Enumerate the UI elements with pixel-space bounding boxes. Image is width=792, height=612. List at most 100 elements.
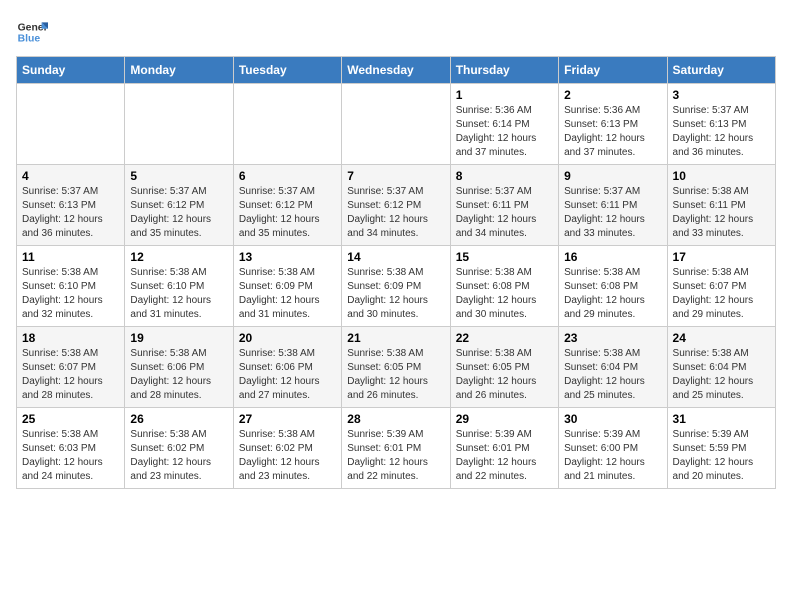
header-cell-friday: Friday — [559, 57, 667, 84]
header-cell-thursday: Thursday — [450, 57, 558, 84]
day-number: 22 — [456, 331, 553, 345]
day-info: Sunrise: 5:37 AM Sunset: 6:11 PM Dayligh… — [564, 185, 661, 241]
calendar-cell: 24 Sunrise: 5:38 AM Sunset: 6:04 PM Dayli… — [667, 327, 775, 408]
week-row-4: 18 Sunrise: 5:38 AM Sunset: 6:07 PM Dayli… — [17, 327, 776, 408]
day-number: 11 — [22, 250, 119, 264]
calendar-cell: 23 Sunrise: 5:38 AM Sunset: 6:04 PM Dayli… — [559, 327, 667, 408]
day-number: 5 — [130, 169, 227, 183]
page-header: General Blue — [16, 16, 776, 48]
calendar-cell: 15 Sunrise: 5:38 AM Sunset: 6:08 PM Dayli… — [450, 246, 558, 327]
calendar-body: 1Sunrise: 5:36 AM Sunset: 6:14 PM Daylig… — [17, 84, 776, 489]
day-info: Sunrise: 5:39 AM Sunset: 6:00 PM Dayligh… — [564, 428, 661, 484]
header-cell-saturday: Saturday — [667, 57, 775, 84]
day-number: 6 — [239, 169, 336, 183]
calendar-cell: 28 Sunrise: 5:39 AM Sunset: 6:01 PM Dayli… — [342, 408, 450, 489]
calendar-cell: 11 Sunrise: 5:38 AM Sunset: 6:10 PM Dayli… — [17, 246, 125, 327]
day-number: 21 — [347, 331, 444, 345]
day-number: 2 — [564, 88, 661, 102]
calendar-cell — [125, 84, 233, 165]
day-info: Sunrise: 5:38 AM Sunset: 6:08 PM Dayligh… — [456, 266, 553, 322]
day-info: Sunrise: 5:38 AM Sunset: 6:06 PM Dayligh… — [130, 347, 227, 403]
calendar-cell: 27Sunrise: 5:38 AM Sunset: 6:02 PM Dayli… — [233, 408, 341, 489]
day-number: 26 — [130, 412, 227, 426]
calendar-cell: 25Sunrise: 5:38 AM Sunset: 6:03 PM Dayli… — [17, 408, 125, 489]
day-info: Sunrise: 5:38 AM Sunset: 6:09 PM Dayligh… — [347, 266, 444, 322]
calendar-cell: 10 Sunrise: 5:38 AM Sunset: 6:11 PM Dayli… — [667, 165, 775, 246]
day-number: 16 — [564, 250, 661, 264]
day-info: Sunrise: 5:37 AM Sunset: 6:13 PM Dayligh… — [22, 185, 119, 241]
calendar-cell: 31 Sunrise: 5:39 AM Sunset: 5:59 PM Dayli… — [667, 408, 775, 489]
header-cell-monday: Monday — [125, 57, 233, 84]
day-info: Sunrise: 5:38 AM Sunset: 6:10 PM Dayligh… — [130, 266, 227, 322]
day-info: Sunrise: 5:37 AM Sunset: 6:12 PM Dayligh… — [239, 185, 336, 241]
day-info: Sunrise: 5:38 AM Sunset: 6:05 PM Dayligh… — [456, 347, 553, 403]
day-info: Sunrise: 5:38 AM Sunset: 6:06 PM Dayligh… — [239, 347, 336, 403]
day-number: 18 — [22, 331, 119, 345]
calendar-cell — [233, 84, 341, 165]
week-row-3: 11 Sunrise: 5:38 AM Sunset: 6:10 PM Dayli… — [17, 246, 776, 327]
day-number: 19 — [130, 331, 227, 345]
day-number: 4 — [22, 169, 119, 183]
day-number: 12 — [130, 250, 227, 264]
calendar-cell: 22 Sunrise: 5:38 AM Sunset: 6:05 PM Dayli… — [450, 327, 558, 408]
calendar-cell: 4 Sunrise: 5:37 AM Sunset: 6:13 PM Daylig… — [17, 165, 125, 246]
day-info: Sunrise: 5:37 AM Sunset: 6:11 PM Dayligh… — [456, 185, 553, 241]
day-number: 30 — [564, 412, 661, 426]
day-number: 1 — [456, 88, 553, 102]
day-info: Sunrise: 5:38 AM Sunset: 6:07 PM Dayligh… — [673, 266, 770, 322]
day-info: Sunrise: 5:37 AM Sunset: 6:12 PM Dayligh… — [130, 185, 227, 241]
calendar-cell: 13 Sunrise: 5:38 AM Sunset: 6:09 PM Dayli… — [233, 246, 341, 327]
logo: General Blue — [16, 16, 48, 48]
calendar-cell: 20 Sunrise: 5:38 AM Sunset: 6:06 PM Dayli… — [233, 327, 341, 408]
week-row-1: 1Sunrise: 5:36 AM Sunset: 6:14 PM Daylig… — [17, 84, 776, 165]
day-number: 29 — [456, 412, 553, 426]
calendar-cell — [342, 84, 450, 165]
day-number: 7 — [347, 169, 444, 183]
day-number: 15 — [456, 250, 553, 264]
day-info: Sunrise: 5:38 AM Sunset: 6:02 PM Dayligh… — [130, 428, 227, 484]
calendar-cell: 17 Sunrise: 5:38 AM Sunset: 6:07 PM Dayli… — [667, 246, 775, 327]
day-info: Sunrise: 5:38 AM Sunset: 6:10 PM Dayligh… — [22, 266, 119, 322]
calendar-cell: 16 Sunrise: 5:38 AM Sunset: 6:08 PM Dayli… — [559, 246, 667, 327]
day-info: Sunrise: 5:38 AM Sunset: 6:09 PM Dayligh… — [239, 266, 336, 322]
day-number: 23 — [564, 331, 661, 345]
calendar-cell: 5 Sunrise: 5:37 AM Sunset: 6:12 PM Daylig… — [125, 165, 233, 246]
calendar-cell: 8 Sunrise: 5:37 AM Sunset: 6:11 PM Daylig… — [450, 165, 558, 246]
week-row-5: 25Sunrise: 5:38 AM Sunset: 6:03 PM Dayli… — [17, 408, 776, 489]
day-number: 14 — [347, 250, 444, 264]
calendar-cell: 18 Sunrise: 5:38 AM Sunset: 6:07 PM Dayli… — [17, 327, 125, 408]
day-info: Sunrise: 5:39 AM Sunset: 6:01 PM Dayligh… — [456, 428, 553, 484]
calendar-cell: 7 Sunrise: 5:37 AM Sunset: 6:12 PM Daylig… — [342, 165, 450, 246]
day-info: Sunrise: 5:38 AM Sunset: 6:04 PM Dayligh… — [564, 347, 661, 403]
day-info: Sunrise: 5:38 AM Sunset: 6:11 PM Dayligh… — [673, 185, 770, 241]
day-info: Sunrise: 5:38 AM Sunset: 6:07 PM Dayligh… — [22, 347, 119, 403]
logo-icon: General Blue — [16, 16, 48, 48]
day-number: 20 — [239, 331, 336, 345]
calendar-cell: 14 Sunrise: 5:38 AM Sunset: 6:09 PM Dayli… — [342, 246, 450, 327]
day-number: 13 — [239, 250, 336, 264]
header-cell-sunday: Sunday — [17, 57, 125, 84]
calendar-cell: 29 Sunrise: 5:39 AM Sunset: 6:01 PM Dayli… — [450, 408, 558, 489]
day-number: 25 — [22, 412, 119, 426]
calendar-cell: 12 Sunrise: 5:38 AM Sunset: 6:10 PM Dayli… — [125, 246, 233, 327]
calendar-table: SundayMondayTuesdayWednesdayThursdayFrid… — [16, 56, 776, 489]
day-number: 8 — [456, 169, 553, 183]
day-info: Sunrise: 5:39 AM Sunset: 5:59 PM Dayligh… — [673, 428, 770, 484]
day-number: 28 — [347, 412, 444, 426]
calendar-cell: 6 Sunrise: 5:37 AM Sunset: 6:12 PM Daylig… — [233, 165, 341, 246]
day-number: 24 — [673, 331, 770, 345]
day-number: 31 — [673, 412, 770, 426]
day-info: Sunrise: 5:37 AM Sunset: 6:12 PM Dayligh… — [347, 185, 444, 241]
day-number: 9 — [564, 169, 661, 183]
header-cell-tuesday: Tuesday — [233, 57, 341, 84]
day-number: 10 — [673, 169, 770, 183]
day-info: Sunrise: 5:38 AM Sunset: 6:02 PM Dayligh… — [239, 428, 336, 484]
day-info: Sunrise: 5:37 AM Sunset: 6:13 PM Dayligh… — [673, 104, 770, 160]
calendar-cell: 1Sunrise: 5:36 AM Sunset: 6:14 PM Daylig… — [450, 84, 558, 165]
calendar-cell: 30 Sunrise: 5:39 AM Sunset: 6:00 PM Dayli… — [559, 408, 667, 489]
day-info: Sunrise: 5:38 AM Sunset: 6:04 PM Dayligh… — [673, 347, 770, 403]
day-number: 17 — [673, 250, 770, 264]
day-info: Sunrise: 5:39 AM Sunset: 6:01 PM Dayligh… — [347, 428, 444, 484]
day-info: Sunrise: 5:38 AM Sunset: 6:08 PM Dayligh… — [564, 266, 661, 322]
calendar-header: SundayMondayTuesdayWednesdayThursdayFrid… — [17, 57, 776, 84]
